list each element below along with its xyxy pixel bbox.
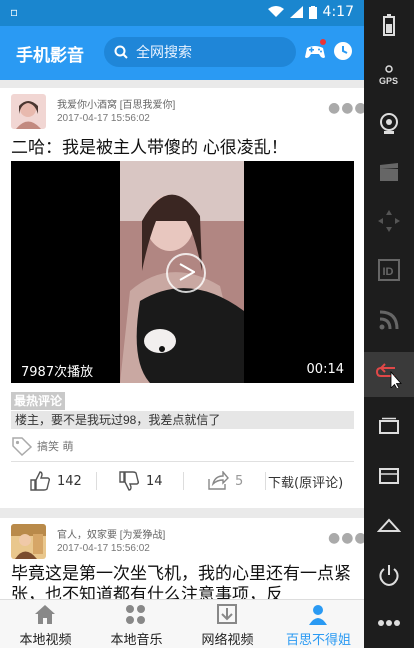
tab-local-music[interactable]: 本地音乐: [91, 600, 182, 648]
post-title: 毕竟这是第一次坐飞机，我的心里还有一点紧张，也不知道都有什么注意事项，反: [11, 564, 351, 599]
download-button[interactable]: 下载(原评论): [268, 464, 343, 498]
device-id-button[interactable]: ID: [364, 247, 414, 292]
webcam-icon: [380, 112, 398, 134]
svg-text:ID: ID: [383, 266, 394, 278]
battery-icon: [308, 5, 317, 19]
back-arrow-icon: [375, 362, 402, 388]
play-count: 7987次播放: [21, 365, 94, 380]
power-icon: [379, 564, 399, 586]
post-card: 官人，奴家要 [为爱狰战] 2017-04-17 15:56:02 ●●● 毕竟…: [0, 518, 364, 599]
back-button[interactable]: [364, 352, 414, 397]
tab-label: 百思不得姐: [285, 632, 351, 647]
like-button[interactable]: 142: [29, 464, 82, 498]
tab-network-video[interactable]: 网络视频: [182, 600, 273, 648]
feed-list[interactable]: 我爱你小酒窝 [百思我爱你] 2017-04-17 15:56:02 ●●● 二…: [0, 80, 364, 599]
post-title: 二哈：我是被主人带傻的 心很凌乱！: [11, 138, 288, 157]
clapperboard-icon: [380, 162, 398, 181]
avatar[interactable]: [11, 524, 46, 559]
play-icon: [179, 263, 195, 281]
recent-apps-button[interactable]: [364, 404, 414, 449]
dpad-icon: [378, 209, 400, 232]
share-count: 5: [235, 473, 244, 489]
grid-icon: [126, 605, 145, 624]
app-bar: 手机影音 全网搜索: [0, 26, 364, 80]
phone-screen: ▫ 4:17 手机影音 全网搜索 我爱你小酒窝 [百思我爱你] 2017-04-…: [0, 0, 364, 648]
dpad-button[interactable]: [364, 198, 414, 243]
tag-row: 搞笑 萌: [11, 435, 74, 457]
share-icon: [208, 471, 229, 490]
clock-icon[interactable]: [333, 41, 353, 61]
download-icon: [217, 604, 237, 624]
person-icon: [309, 605, 327, 625]
post-time: 2017-04-17 15:56:02: [57, 113, 150, 124]
video-player[interactable]: 7987次播放 00:14: [11, 161, 354, 383]
tab-label: 本地音乐: [110, 632, 163, 647]
id-icon: ID: [378, 258, 400, 281]
post-card: 我爱你小酒窝 [百思我爱你] 2017-04-17 15:56:02 ●●● 二…: [0, 88, 364, 508]
svg-text:GPS: GPS: [379, 76, 398, 86]
post-actions: 142 14 5 下载(原评论): [0, 464, 364, 498]
video-duration: 00:14: [306, 362, 344, 377]
rss-button[interactable]: [364, 297, 414, 342]
notification-icon: ▫: [10, 5, 19, 19]
avatar[interactable]: [11, 94, 46, 129]
action-separator: [183, 472, 184, 490]
battery-button[interactable]: [364, 2, 414, 47]
status-bar: ▫ 4:17: [0, 0, 364, 26]
home-button[interactable]: [364, 502, 414, 547]
app-title: 手机影音: [16, 46, 84, 65]
post-time: 2017-04-17 15:56:02: [57, 543, 150, 554]
battery-icon: [383, 13, 395, 36]
tab-budejie[interactable]: 百思不得姐: [273, 600, 364, 648]
more-options-icon[interactable]: ●●●: [328, 100, 364, 116]
action-separator: [96, 472, 97, 490]
search-icon: [114, 45, 128, 59]
recent-apps-icon: [379, 417, 399, 434]
tab-local-video[interactable]: 本地视频: [0, 600, 91, 648]
gps-button[interactable]: GPS: [364, 52, 414, 97]
status-time: 4:17: [322, 4, 354, 20]
search-box[interactable]: 全网搜索: [104, 37, 296, 67]
dislike-count: 14: [146, 473, 163, 489]
tab-label: 本地视频: [19, 632, 72, 647]
rss-icon: [379, 310, 399, 329]
home-icon: [35, 605, 55, 624]
signal-icon: [289, 6, 303, 18]
action-separator: [265, 472, 266, 490]
post-tags[interactable]: 搞笑 萌: [37, 438, 74, 454]
home-triangle-icon: [377, 518, 401, 532]
gps-icon: GPS: [379, 64, 398, 86]
tab-label: 网络视频: [201, 632, 254, 647]
divider: [11, 461, 354, 462]
search-placeholder: 全网搜索: [136, 45, 192, 61]
like-count: 142: [57, 473, 82, 489]
menu-icon: [379, 467, 399, 484]
more-options-icon[interactable]: ●●●: [328, 530, 364, 546]
wifi-icon: [267, 6, 284, 17]
hot-comment-text[interactable]: 楼主，要不是我玩过98，我差点就信了: [11, 411, 354, 429]
play-button[interactable]: [166, 253, 206, 293]
post-username[interactable]: 官人，奴家要 [为爱狰战]: [57, 526, 165, 541]
power-button[interactable]: [364, 552, 414, 597]
download-label: 下载(原评论): [268, 475, 344, 491]
camera-button[interactable]: [364, 101, 414, 146]
hot-comment-label: 最热评论: [11, 392, 66, 410]
tag-icon: [12, 437, 33, 456]
post-username[interactable]: 我爱你小酒窝 [百思我爱你]: [57, 96, 175, 111]
video-capture-button[interactable]: [364, 149, 414, 194]
gamepad-icon[interactable]: [303, 39, 327, 61]
dislike-button[interactable]: 14: [118, 464, 163, 498]
emulator-side-toolbar: GPS ID: [364, 0, 414, 648]
thumbs-up-icon: [30, 471, 51, 491]
thumbs-down-icon: [119, 471, 140, 491]
menu-button[interactable]: [364, 453, 414, 498]
share-button[interactable]: 5: [207, 464, 243, 498]
bottom-tab-bar: 本地视频 本地音乐 网络视频 百思不得姐: [0, 599, 364, 648]
more-dots-icon: [378, 619, 400, 626]
more-button[interactable]: [364, 600, 414, 645]
